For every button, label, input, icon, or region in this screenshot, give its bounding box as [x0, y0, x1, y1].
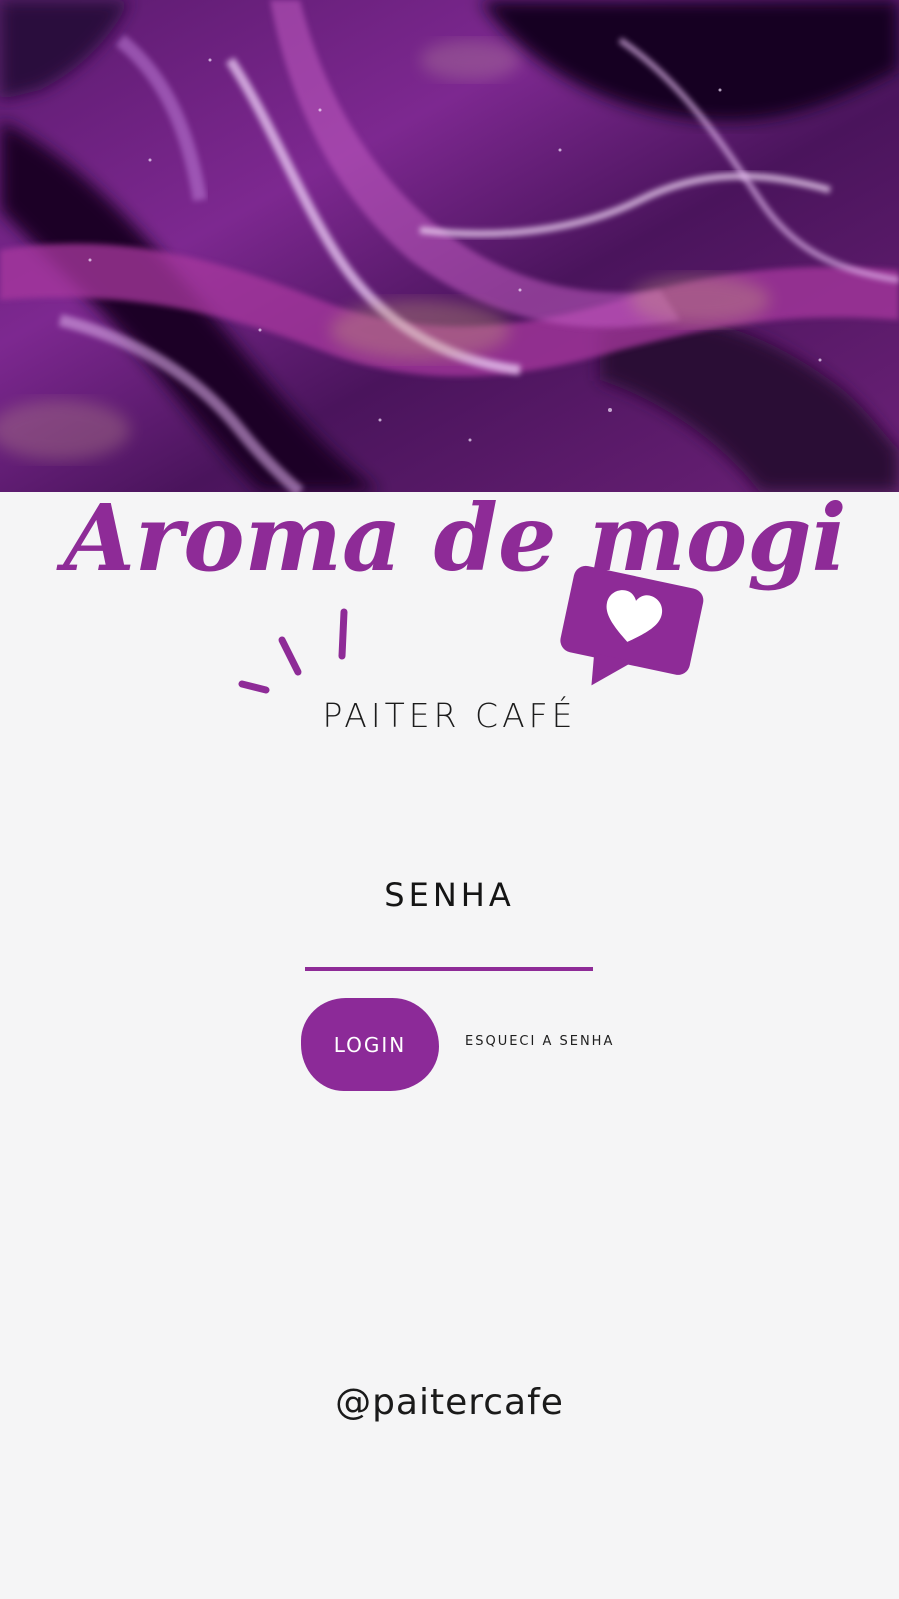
purple-marble-background	[0, 0, 899, 492]
password-label: SENHA	[384, 876, 515, 914]
brand-name: PAITER CAFÉ	[322, 696, 577, 735]
svg-text:Aroma de mogi: Aroma de mogi	[55, 484, 846, 592]
login-screen: Aroma de mogi Aroma de mogi PAITER CAFÉ …	[0, 0, 899, 1599]
login-button[interactable]: LOGIN	[301, 998, 439, 1091]
forgot-password-link[interactable]: ESQUECI A SENHA	[465, 1034, 614, 1049]
sparkle-dashes-icon	[238, 608, 348, 694]
social-handle: @paitercafe	[335, 1382, 564, 1423]
password-input[interactable]	[305, 925, 593, 971]
heart-chat-icon	[560, 565, 704, 686]
script-title-logo: Aroma de mogi Aroma de mogi	[55, 484, 846, 592]
